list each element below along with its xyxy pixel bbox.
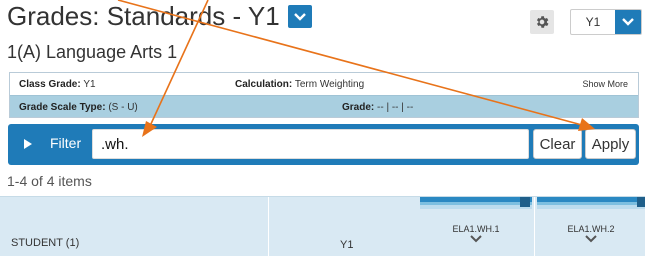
settings-button[interactable] [530, 10, 554, 34]
standard-label: ELA1.WH.2 [567, 224, 615, 234]
info-row-class: Class Grade: Y1 Calculation: Term Weight… [10, 73, 638, 95]
info-row-grade: Grade Scale Type: (S - U) Grade: -- | --… [10, 95, 638, 117]
standard-expand[interactable] [420, 235, 532, 243]
class-grade-label: Class Grade: [19, 79, 81, 90]
grade-scale-label: Grade Scale Type: [19, 102, 106, 113]
term-select-value: Y1 [585, 15, 601, 29]
calculation-info: Calculation: Term Weighting [235, 79, 364, 90]
filter-bar: Filter .wh. Clear Apply [8, 124, 639, 165]
apply-button[interactable]: Apply [585, 129, 636, 159]
chevron-down-icon [293, 12, 306, 21]
title-dropdown-button[interactable] [287, 5, 312, 28]
chevron-down-icon [622, 18, 634, 26]
item-count: 1-4 of 4 items [7, 173, 92, 189]
grade-info: Grade: -- | -- | -- [342, 102, 413, 113]
gear-icon [536, 16, 549, 28]
grade-value: -- | -- | -- [377, 102, 414, 113]
flag-icon [637, 197, 645, 207]
grade-scale-info: Grade Scale Type: (S - U) [19, 102, 138, 113]
calculation-value: Term Weighting [294, 79, 365, 90]
expand-triangle-icon[interactable] [24, 139, 32, 149]
show-more-link[interactable]: Show More [582, 79, 628, 89]
standard-label: ELA1.WH.1 [452, 224, 500, 234]
page-title: Grades: Standards - Y1 [7, 1, 312, 32]
class-grade-value: Y1 [83, 79, 96, 90]
flag-icon [520, 197, 530, 207]
term-column-header: Y1 [340, 239, 354, 251]
clear-button[interactable]: Clear [533, 129, 582, 159]
chevron-down-icon [585, 235, 597, 243]
standard-bar [420, 205, 532, 209]
student-column-header[interactable]: STUDENT (1) [11, 237, 79, 249]
class-grade-info: Class Grade: Y1 [19, 79, 96, 90]
standard-column[interactable]: ELA1.WH.2 [537, 197, 645, 256]
term-select[interactable]: Y1 [570, 9, 642, 35]
standard-expand[interactable] [537, 235, 645, 243]
filter-input[interactable]: .wh. [92, 129, 529, 159]
column-divider [534, 197, 535, 256]
course-subtitle: 1(A) Language Arts 1 [7, 42, 178, 62]
calculation-label: Calculation: [235, 79, 293, 90]
grades-grid-header: STUDENT (1) Y1 ELA1.WH.1 ELA1.WH.2 [0, 196, 645, 256]
grade-label: Grade: [342, 102, 375, 113]
chevron-down-icon [470, 235, 482, 243]
grade-scale-value: (S - U) [108, 102, 138, 113]
standard-column[interactable]: ELA1.WH.1 [420, 197, 532, 256]
column-divider [268, 197, 269, 256]
standard-bar [537, 205, 645, 209]
term-select-arrow[interactable] [615, 10, 641, 34]
page-title-text: Grades: Standards - Y1 [7, 1, 280, 31]
filter-label: Filter [50, 135, 82, 151]
class-info-panel: Class Grade: Y1 Calculation: Term Weight… [9, 72, 639, 118]
